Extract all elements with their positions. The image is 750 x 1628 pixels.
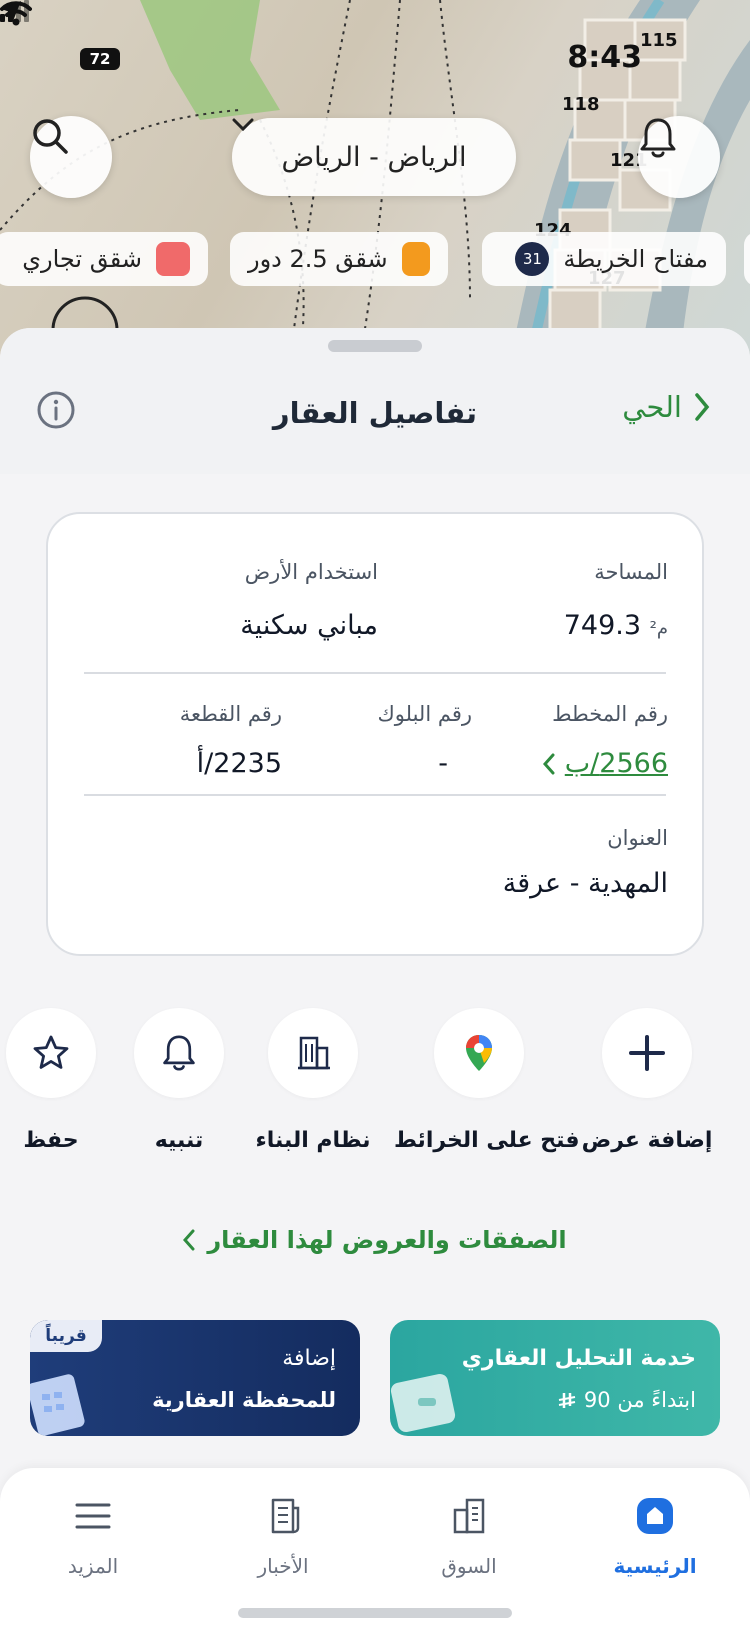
- property-details-sheet: تفاصيل العقار الحي المساحة م² 749.3 استخ…: [0, 328, 750, 1628]
- battery-indicator: 72: [80, 48, 120, 70]
- save-label: حفظ: [23, 1128, 79, 1153]
- chevron-down-icon: [232, 118, 254, 132]
- map-view[interactable]: 115 118 121 124 127 72 8:43 الرياض - الر…: [0, 0, 750, 360]
- chevron-left-icon: [183, 1229, 195, 1251]
- tab-news-label: الأخبار: [257, 1554, 309, 1578]
- calculator-illustration-icon: [30, 1374, 85, 1436]
- tab-more[interactable]: المزيد: [18, 1494, 168, 1578]
- orange-swatch-icon: [401, 242, 430, 276]
- save-button[interactable]: حفظ: [0, 1008, 136, 1153]
- home-indicator: [238, 1608, 512, 1618]
- block-number-value: -: [438, 748, 448, 779]
- tab-market[interactable]: السوق: [394, 1494, 544, 1578]
- add-offer-button[interactable]: إضافة عرض: [562, 1008, 732, 1153]
- real-estate-analysis-promo[interactable]: خدمة التحليل العقاري ابتداءً من 90: [390, 1320, 720, 1436]
- menu-icon: [75, 1503, 111, 1529]
- deals-and-offers-link[interactable]: الصفقات والعروض لهذا العقار: [0, 1226, 750, 1254]
- plot-number-value: 2235/أ: [196, 748, 282, 779]
- sheet-grabber[interactable]: [328, 340, 422, 352]
- block-number-label: رقم البلوك: [377, 702, 472, 726]
- star-icon: [33, 1035, 69, 1069]
- promo-subtitle: ابتداءً من 90: [557, 1388, 696, 1412]
- promo-subtitle: للمحفظة العقارية: [152, 1388, 336, 1412]
- red-swatch-icon: [156, 242, 190, 276]
- bottom-tab-bar: الرئيسية السوق الأخبار المزيد: [0, 1468, 750, 1628]
- deals-link-label: الصفقات والعروض لهذا العقار: [207, 1226, 567, 1254]
- bell-icon: [163, 1035, 195, 1071]
- promo-title: إضافة: [282, 1346, 336, 1371]
- plus-icon: [629, 1035, 665, 1071]
- tab-news[interactable]: الأخبار: [208, 1494, 358, 1578]
- property-info-card: المساحة م² 749.3 استخدام الأرض مباني سكن…: [46, 512, 704, 956]
- area-value: م² 749.3: [564, 610, 668, 641]
- divider: [84, 672, 666, 674]
- notifications-button[interactable]: [638, 116, 720, 198]
- city-selector-label: الرياض - الرياض: [281, 141, 467, 173]
- location-arrow-icon: [1, 1, 21, 21]
- sheet-header: تفاصيل العقار الحي: [0, 328, 750, 474]
- promo-title: خدمة التحليل العقاري: [461, 1346, 696, 1371]
- map-key-chip[interactable]: مفتاح الخريطة 31: [482, 232, 726, 286]
- legend-chip-apartments-2-5-floors[interactable]: شقق 2.5 دور: [230, 232, 448, 286]
- search-icon: [33, 119, 68, 154]
- legend-chip-label: شقق 2.5 دور: [248, 245, 388, 273]
- land-use-value: مباني سكنية: [240, 610, 378, 641]
- quick-actions: إضافة عرض فتح على الخرائط نظام البناء تن…: [0, 1008, 750, 1153]
- tab-market-label: السوق: [441, 1554, 497, 1578]
- market-building-icon: [453, 1498, 485, 1534]
- area-label: المساحة: [594, 560, 668, 584]
- parcel-label: 118: [562, 94, 600, 115]
- add-offer-label: إضافة عرض: [581, 1128, 713, 1153]
- divider: [84, 794, 666, 796]
- portfolio-promo[interactable]: قريباً إضافة للمحفظة العقارية: [30, 1320, 360, 1436]
- legend-chip-label: شقق تجاري: [22, 245, 142, 273]
- chevron-right-icon: [695, 393, 710, 421]
- card-illustration-icon: [390, 1374, 456, 1432]
- plan-number-value: 2566/ب: [564, 748, 668, 779]
- tab-more-label: المزيد: [67, 1554, 119, 1578]
- open-in-maps-label: فتح على الخرائط: [394, 1128, 580, 1153]
- address-value: المهدية - عرقة: [502, 868, 668, 899]
- search-button[interactable]: [30, 116, 112, 198]
- status-time: 8:43: [567, 40, 642, 75]
- tab-home-label: الرئيسية: [613, 1554, 697, 1578]
- map-key-label: مفتاح الخريطة: [563, 245, 708, 273]
- parcel-label: 115: [640, 30, 678, 51]
- district-link[interactable]: الحي: [622, 390, 710, 424]
- plan-number-link[interactable]: 2566/ب: [542, 748, 668, 779]
- plot-number-label: رقم القطعة: [179, 702, 282, 726]
- tab-home[interactable]: الرئيسية: [580, 1494, 730, 1578]
- news-icon: [271, 1498, 300, 1534]
- area-unit: م²: [649, 618, 668, 639]
- land-use-label: استخدام الأرض: [244, 560, 378, 584]
- bell-icon: [640, 118, 676, 158]
- building-icon: [298, 1036, 330, 1070]
- coming-soon-badge: قريباً: [30, 1320, 102, 1352]
- google-maps-icon: [466, 1035, 492, 1071]
- address-label: العنوان: [607, 826, 668, 850]
- chevron-left-icon: [542, 753, 555, 774]
- district-link-label: الحي: [622, 390, 682, 424]
- plan-number-label: رقم المخطط: [552, 702, 668, 726]
- legend-chip-commercial-apartments[interactable]: شقق تجاري: [0, 232, 208, 286]
- map-key-count-badge: 31: [515, 242, 550, 276]
- city-selector[interactable]: الرياض - الرياض: [232, 118, 516, 196]
- riyal-icon: [559, 1393, 576, 1408]
- area-number: 749.3: [563, 610, 642, 641]
- promo-price: ابتداءً من 90: [583, 1388, 696, 1412]
- legend-chip-partial[interactable]: 5: [744, 232, 750, 286]
- open-in-maps-button[interactable]: فتح على الخرائط: [394, 1008, 580, 1153]
- home-icon: [637, 1498, 673, 1534]
